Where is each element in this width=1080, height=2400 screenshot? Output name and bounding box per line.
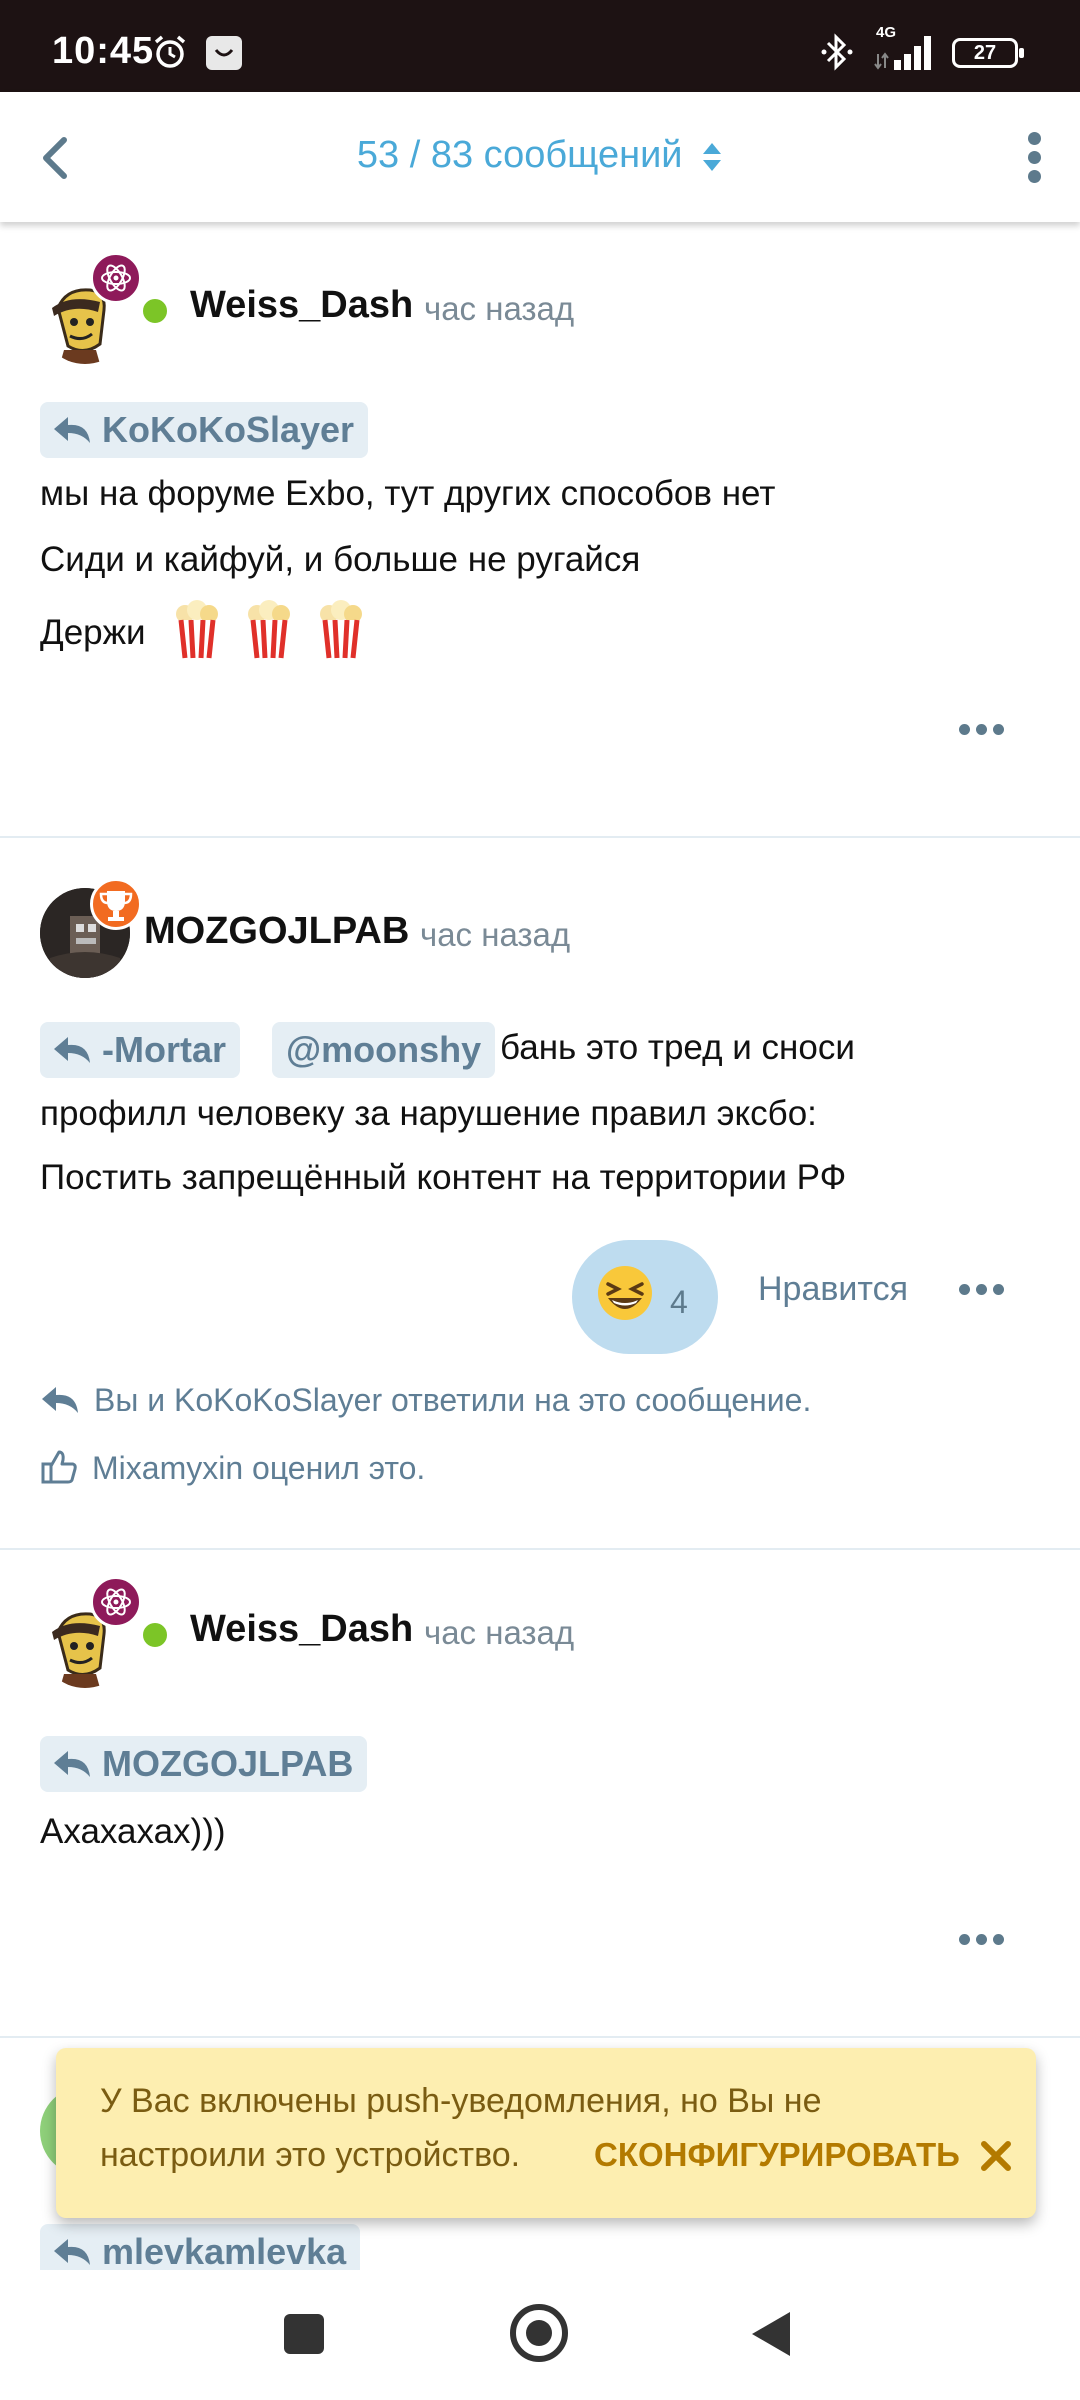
popcorn-icon [319,600,362,659]
post-counter-label: 53 / 83 сообщений [356,134,683,176]
likes-note-text: Mixamyxin оценил это. [92,1450,426,1486]
post-text-line: Сиди и кайфуй, и больше не ругайся [40,540,641,579]
post-time[interactable]: час назад [424,290,574,328]
configure-button[interactable]: СКОНФИГУРИРОВАТЬ [594,2136,960,2174]
replies-note-text: Вы и KoKoKoSlayer ответили на это сообще… [94,1382,812,1418]
post-text: Держи [40,612,146,652]
post-author[interactable]: Weiss_Dash [190,1608,413,1651]
system-back-icon[interactable] [752,2312,790,2356]
reply-to-chip[interactable]: KoKoKoSlayer [40,402,369,458]
banner-message-line: настроили это устройство. [100,2136,521,2174]
post-time[interactable]: час назад [420,916,570,954]
post-text-line: Держи [40,600,369,669]
post: Weiss_Dash час назад MOZGOJLPAB Ахахахах… [0,1550,1080,2038]
post-text-line: бань это тред и сноси [500,1028,855,1067]
more-options-icon[interactable] [1014,128,1054,188]
reply-icon [54,2239,90,2266]
reply-to-chip[interactable]: mlevkamlevka [40,2224,361,2270]
reaction-count: 4 [670,1284,688,1320]
laughing-face-icon [598,1266,652,1320]
close-icon[interactable] [976,2136,1016,2176]
like-button[interactable]: Нравится [758,1270,908,1309]
app-header: 53 / 83 сообщений [0,92,1080,222]
likes-note[interactable]: Mixamyxin оценил это. [40,1450,425,1487]
mention-chip[interactable]: @moonshy [272,1022,496,1078]
popcorn-emoji-group [169,600,368,669]
post-text-line: профилл человеку за нарушение правил экс… [40,1094,817,1133]
post-text-line: мы на форуме Exbo, тут других способов н… [40,474,776,513]
back-arrow-icon[interactable] [30,130,86,186]
reply-to-author: MOZGOJLPAB [102,1743,354,1784]
status-bar: 10:45 4G 27 [0,0,1080,92]
trophy-icon [90,878,142,930]
home-icon[interactable] [510,2304,568,2362]
banner-message-line: У Вас включены push-уведомления, но Вы н… [100,2082,822,2120]
post-more-button[interactable] [956,1270,1026,1310]
thumbs-up-icon [41,1450,77,1484]
online-status-dot [140,296,170,326]
post: Weiss_Dash час назад KoKoKoSlayer мы на … [0,222,1080,838]
reply-to-chip[interactable]: -Mortar [40,1022,240,1078]
online-status-dot [140,1620,170,1650]
reply-to-author: KoKoKoSlayer [102,409,355,450]
battery-icon: 27 [952,38,1024,68]
post-text-line: Ахахахах))) [40,1812,226,1851]
reply-icon [54,417,90,444]
reply-icon [42,1386,78,1413]
post-author[interactable]: MOZGOJLPAB [144,910,409,953]
reaction-button[interactable]: 4 [572,1240,718,1354]
replies-note[interactable]: Вы и KoKoKoSlayer ответили на это сообще… [40,1382,811,1419]
clock: 10:45 [52,30,155,72]
reply-icon [54,1037,90,1064]
post-counter-selector[interactable]: 53 / 83 сообщений [300,134,780,177]
alarm-icon [154,35,186,68]
bluetooth-icon [821,33,853,71]
system-navigation-bar [0,2270,1080,2400]
atom-icon [90,252,142,304]
post-text-line: Постить запрещённый контент на территори… [40,1158,847,1197]
reply-to-chip[interactable]: MOZGOJLPAB [40,1736,368,1792]
atom-icon [90,1576,142,1628]
sort-caret-icon [703,142,722,171]
post-more-button[interactable] [956,710,1026,750]
post-author[interactable]: Weiss_Dash [190,284,413,327]
app-notification-icon [206,36,242,70]
post-more-button[interactable] [956,1920,1026,1960]
push-notification-banner: У Вас включены push-уведомления, но Вы н… [56,2048,1036,2218]
reply-to-author: -Mortar [102,1029,226,1070]
popcorn-icon [248,600,291,659]
battery-level: 27 [973,42,997,64]
recent-apps-icon[interactable] [284,2314,324,2354]
reply-to-author: mlevkamlevka [102,2231,347,2270]
popcorn-icon [176,600,219,659]
reply-icon [54,1751,90,1778]
post-time[interactable]: час назад [424,1614,574,1652]
signal-icon [874,36,931,70]
post: MOZGOJLPAB час назад -Mortar @moonshy ба… [0,838,1080,1548]
